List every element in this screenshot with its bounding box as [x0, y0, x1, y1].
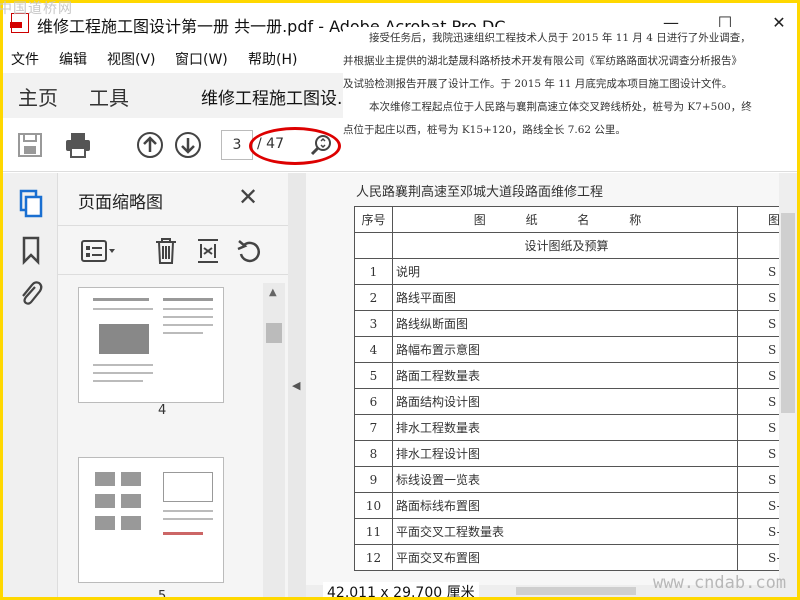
tab-bar: 主页 工具 维修工程施工图设...: [3, 73, 353, 118]
row-no: 5: [354, 362, 393, 389]
table-row: 9 标线设置一览表 S: [354, 466, 788, 493]
table-row: 3 路线纵断面图 S: [354, 310, 788, 337]
menu-window[interactable]: 窗口(W): [175, 49, 228, 69]
row-no: 1: [354, 258, 393, 285]
delete-page-icon[interactable]: [153, 236, 179, 266]
menu-view[interactable]: 视图(V): [107, 49, 156, 69]
row-name: 路线平面图: [392, 284, 738, 311]
attachments-icon[interactable]: [17, 279, 45, 309]
row-no: 3: [354, 310, 393, 337]
row-name: 路面标线布置图: [392, 492, 738, 519]
row-name: 路面结构设计图: [392, 388, 738, 415]
row-name: 路线纵断面图: [392, 310, 738, 337]
row-no: 11: [354, 518, 393, 545]
row-no: 6: [354, 388, 393, 415]
tab-tools[interactable]: 工具: [89, 82, 129, 111]
close-panel-button[interactable]: ✕: [238, 183, 258, 211]
menu-help[interactable]: 帮助(H): [248, 49, 297, 69]
thumbnail-panel-title: 页面缩略图: [78, 193, 163, 213]
tab-document[interactable]: 维修工程施工图设...: [201, 84, 353, 109]
drawing-index-table: 序号 图 纸 名 称 图 设计图纸及预算 1 说明 S 2 路线平面图 S 3: [354, 206, 788, 571]
previous-page-icon[interactable]: [135, 130, 165, 160]
table-row: 10 路面标线布置图 S-: [354, 492, 788, 519]
table-row: 8 排水工程设计图 S: [354, 440, 788, 467]
row-name: 说明: [392, 258, 738, 285]
bookmarks-icon[interactable]: [17, 235, 45, 265]
table-row: 6 路面结构设计图 S: [354, 388, 788, 415]
row-no: 8: [354, 440, 393, 467]
row-name: 路幅布置示意图: [392, 336, 738, 363]
table-row: 11 平面交叉工程数量表 S-: [354, 518, 788, 545]
menu-file[interactable]: 文件: [11, 49, 39, 69]
thumbnail-toolbar: [58, 225, 288, 275]
menu-bar: 文件 编辑 视图(V) 窗口(W) 帮助(H): [3, 43, 343, 73]
document-view[interactable]: 人民路襄荆高速至邓城大道段路面维修工程 序号 图 纸 名 称 图 设计图纸及预算…: [306, 173, 797, 585]
save-icon[interactable]: [15, 130, 45, 160]
row-no: 12: [354, 544, 393, 571]
page-thumbnails-icon[interactable]: [17, 189, 45, 219]
panel-divider[interactable]: ◀: [288, 173, 306, 597]
thumbnail-page[interactable]: [78, 287, 224, 403]
collapse-panel-icon[interactable]: ◀: [292, 379, 300, 392]
row-name: 排水工程设计图: [392, 440, 738, 467]
table-row: 7 排水工程数量表 S: [354, 414, 788, 441]
col-header-name: 图 纸 名 称: [392, 206, 738, 233]
overlay-line: 接受任务后，我院迅速组织工程技术人员于 2015 年 11 月 4 日进行了外业…: [369, 32, 751, 44]
thumbnail-panel: 页面缩略图 ✕ ▲ 4 5: [58, 173, 288, 597]
table-row: 1 说明 S: [354, 258, 788, 285]
document-header: 人民路襄荆高速至邓城大道段路面维修工程: [356, 185, 604, 200]
row-no: 7: [354, 414, 393, 441]
overlay-line: 点位于起庄以西，桩号为 K15+120，路线全长 7.62 公里。: [343, 124, 626, 136]
table-section-row: 设计图纸及预算: [354, 232, 788, 259]
table-row: 4 路幅布置示意图 S: [354, 336, 788, 363]
table-row: 12 平面交叉布置图 S-: [354, 544, 788, 571]
thumbnail-scrollbar[interactable]: ▲: [263, 283, 285, 597]
row-name: 标线设置一览表: [392, 466, 738, 493]
table-header-row: 序号 图 纸 名 称 图: [354, 206, 788, 233]
row-name: 平面交叉布置图: [392, 544, 738, 571]
row-no: 9: [354, 466, 393, 493]
zoom-icon[interactable]: [309, 132, 335, 158]
overlay-line: 本次维修工程起点位于人民路与襄荆高速立体交叉跨线桥处，桩号为 K7+500，终: [369, 101, 752, 113]
overlay-document-text: 接受任务后，我院迅速组织工程技术人员于 2015 年 11 月 4 日进行了外业…: [343, 27, 797, 157]
page-size-status: 42.011 x 29.700 厘米: [323, 582, 479, 597]
scroll-up-icon[interactable]: ▲: [269, 287, 277, 298]
scroll-thumb[interactable]: [781, 213, 795, 413]
row-no: 2: [354, 284, 393, 311]
row-name: 排水工程数量表: [392, 414, 738, 441]
scroll-thumb[interactable]: [516, 587, 636, 595]
menu-edit[interactable]: 编辑: [59, 49, 87, 69]
tab-home[interactable]: 主页: [18, 82, 58, 111]
row-name: 平面交叉工程数量表: [392, 518, 738, 545]
watermark-logo: 中国道桥网: [0, 1, 73, 17]
thumbnail-page-number: 4: [158, 403, 167, 418]
section-title: 设计图纸及预算: [392, 232, 738, 259]
thumbnail-options-icon[interactable]: [80, 238, 118, 264]
table-row: 2 路线平面图 S: [354, 284, 788, 311]
row-no: 10: [354, 492, 393, 519]
row-name: 路面工程数量表: [392, 362, 738, 389]
next-page-icon[interactable]: [173, 130, 203, 160]
watermark-url: www.cndab.com: [653, 573, 787, 593]
document-vertical-scrollbar[interactable]: [779, 173, 797, 585]
overlay-line: 及试验检测报告开展了设计工作。于 2015 年 11 月底完成本项目施工图设计文…: [343, 78, 733, 90]
rotate-page-icon[interactable]: [236, 236, 264, 266]
thumbnail-page[interactable]: [78, 457, 224, 583]
table-row: 5 路面工程数量表 S: [354, 362, 788, 389]
app-window: 维修工程施工图设计第一册 共一册.pdf - Adobe Acrobat Pro…: [3, 3, 797, 597]
thumbnail-page-number: 5: [158, 589, 167, 597]
navigation-rail: [3, 173, 58, 597]
overlay-line: 并根据业主提供的湖北楚晟科路桥技术开发有限公司《军纺路路面状况调查分析报告》: [343, 55, 742, 67]
extract-page-icon[interactable]: [195, 236, 221, 266]
col-header-no: 序号: [354, 206, 393, 233]
row-no: 4: [354, 336, 393, 363]
print-icon[interactable]: [63, 130, 93, 160]
scroll-thumb[interactable]: [266, 323, 282, 343]
